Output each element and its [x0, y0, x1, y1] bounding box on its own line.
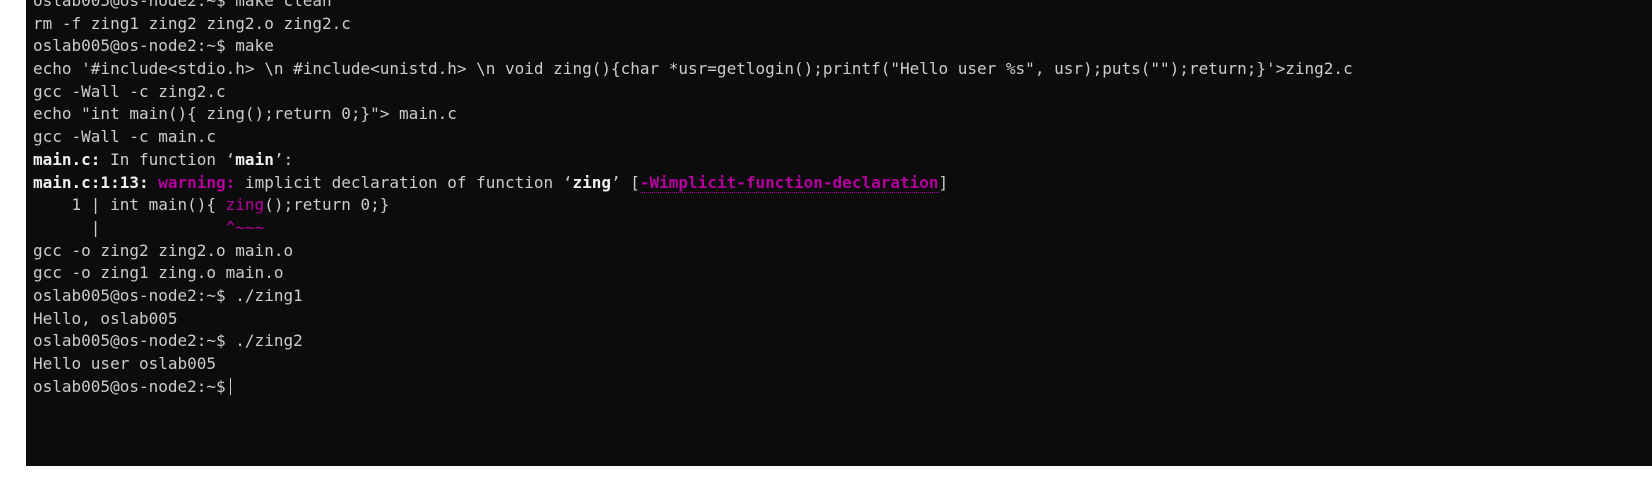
terminal-line: gcc -Wall -c zing2.c — [33, 81, 226, 101]
compiler-warning-line: main.c:1:13: warning: implicit declarati… — [33, 172, 949, 193]
terminal-line: oslab005@os-node2:~$ ./zing1 — [33, 285, 1652, 308]
compiler-note-line: main.c: In function ‘main’: — [33, 149, 294, 169]
warning-flag-link[interactable]: -Wimplicit-function-declaration — [639, 172, 939, 193]
caret-marker: ^~~~ — [100, 217, 265, 237]
terminal-line: echo '#include<stdio.h> \n #include<unis… — [33, 59, 1353, 79]
active-prompt-line[interactable]: oslab005@os-node2:~$ — [33, 376, 1652, 399]
terminal-line: Hello user oslab005 — [33, 354, 217, 373]
terminal-window[interactable]: oslab005@os-node2:~$ make clean rm -f zi… — [26, 0, 1652, 466]
command-text: make — [225, 36, 274, 56]
terminal-output: oslab005@os-node2:~$ make clean rm -f zi… — [33, 0, 1652, 398]
terminal-line: oslab005@os-node2:~$ make clean — [33, 0, 1652, 13]
shell-prompt: oslab005@os-node2:~$ — [33, 376, 226, 396]
command-text: ./zing2 — [225, 331, 303, 351]
source-location: main.c:1:13: — [33, 172, 149, 192]
terminal-line: gcc -Wall -c main.c — [33, 127, 217, 147]
warning-label: warning: — [158, 172, 236, 192]
source-file: main.c: — [33, 149, 101, 169]
shell-prompt: oslab005@os-node2:~$ — [33, 331, 226, 351]
terminal-line: oslab005@os-node2:~$ make — [33, 35, 1652, 58]
highlighted-symbol: zing — [225, 195, 265, 215]
terminal-line: echo "int main(){ zing();return 0;}"> ma… — [33, 104, 457, 124]
terminal-line: gcc -o zing1 zing.o main.o — [33, 263, 284, 283]
shell-prompt: oslab005@os-node2:~$ — [33, 36, 226, 56]
terminal-line: gcc -o zing2 zing2.o main.o — [33, 240, 294, 260]
source-caret-line: | ^~~~ — [33, 217, 265, 237]
shell-prompt: oslab005@os-node2:~$ — [33, 285, 226, 305]
source-excerpt-line: 1 | int main(){ zing();return 0;} — [33, 195, 390, 215]
shell-prompt: oslab005@os-node2:~$ — [33, 0, 226, 10]
terminal-line: rm -f zing1 zing2 zing2.o zing2.c — [33, 13, 351, 33]
terminal-line: Hello, oslab005 — [33, 308, 178, 328]
command-text: make clean — [225, 0, 332, 10]
terminal-line: oslab005@os-node2:~$ ./zing2 — [33, 330, 1652, 353]
function-name: main — [235, 149, 274, 169]
text-cursor[interactable] — [229, 377, 231, 395]
function-name: zing — [572, 172, 611, 192]
command-text: ./zing1 — [225, 285, 303, 305]
